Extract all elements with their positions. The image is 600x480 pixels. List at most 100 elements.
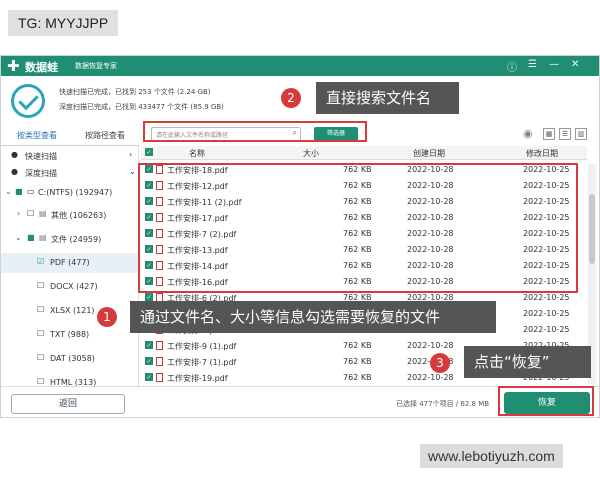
- chevron-down-icon: ⌄: [5, 187, 12, 196]
- minimize-icon[interactable]: —: [549, 59, 559, 70]
- quick-scan-status: 快速扫描已完成，已找到 253 个文件 (2.24 GB): [59, 88, 211, 96]
- sidebar-item-label: 深度扫描: [25, 169, 57, 178]
- recover-highlight-box: [498, 386, 594, 416]
- sidebar-item-label: 文件 (24959): [51, 235, 102, 244]
- row-checkbox[interactable]: ✓: [145, 373, 153, 381]
- callout-text: 点击“恢复”: [474, 353, 550, 371]
- partial-checkbox-icon[interactable]: ■: [15, 187, 23, 196]
- grid-view-icon[interactable]: ▦: [543, 128, 555, 140]
- step-3-badge: 3: [430, 353, 450, 373]
- column-modified[interactable]: 修改日期: [526, 148, 558, 159]
- pdf-file-icon: [156, 357, 163, 366]
- row-checkbox[interactable]: ✓: [145, 293, 153, 301]
- column-name[interactable]: 名称: [189, 148, 205, 159]
- row-checkbox[interactable]: ✓: [145, 341, 153, 349]
- sidebar-item-label: PDF (477): [50, 258, 90, 267]
- sidebar-item-dat[interactable]: ☐ DAT (3058): [1, 349, 138, 369]
- tab-by-type[interactable]: 按类型查看: [17, 130, 57, 141]
- sidebar-item-pdf[interactable]: ☑ PDF (477): [1, 253, 138, 273]
- sidebar-item-label: 其他 (106263): [51, 211, 107, 220]
- drive-icon: ▭: [27, 187, 35, 196]
- callout-recover: 点击“恢复”: [464, 346, 591, 378]
- checkbox-icon[interactable]: ☐: [27, 209, 34, 218]
- sidebar-item-drive-c[interactable]: ⌄ ■ ▭ C:(NTFS) (192947): [1, 183, 138, 203]
- file-name: 工作安排-7 (1).pdf: [167, 358, 237, 367]
- watermark: www.lebotiyuzh.com: [420, 444, 563, 468]
- file-size: 762 KB: [343, 357, 372, 366]
- preview-eye-icon[interactable]: ◉: [523, 127, 533, 140]
- tab-by-path[interactable]: 按路径查看: [85, 130, 125, 141]
- sidebar-item-html[interactable]: ☐ HTML (313): [1, 373, 138, 386]
- scroll-thumb[interactable]: [589, 194, 595, 264]
- chevron-down-icon: ⌄: [129, 167, 136, 176]
- sidebar: ● 快速扫描 › ● 深度扫描 ⌄ ⌄ ■ ▭ C:(NTFS) (192947…: [1, 146, 139, 386]
- checkbox-icon[interactable]: ☐: [37, 305, 44, 314]
- pdf-file-icon: [156, 373, 163, 382]
- checkbox-icon[interactable]: ☐: [37, 353, 44, 362]
- selection-summary: 已选择 477个项目 / 62.8 MB: [396, 400, 490, 408]
- table-header: ✓ 名称 大小 创建日期 修改日期: [141, 146, 587, 160]
- checkbox-icon[interactable]: ☐: [37, 329, 44, 338]
- file-size: 762 KB: [343, 341, 372, 350]
- file-modified: 2022-10-25: [523, 325, 570, 334]
- file-size: 762 KB: [343, 373, 372, 382]
- column-created[interactable]: 创建日期: [413, 148, 445, 159]
- sidebar-item-docx[interactable]: ☐ DOCX (427): [1, 277, 138, 297]
- chevron-right-icon: ›: [129, 150, 133, 159]
- detail-view-icon[interactable]: ▥: [575, 128, 587, 140]
- file-created: 2022-10-28: [407, 341, 454, 350]
- title-bar: ✚ 数据蛙 数据恢复专家 ⓘ ☰ — ✕: [1, 56, 599, 76]
- sidebar-item-label: XLSX (121): [50, 306, 95, 315]
- step-1-badge: 1: [97, 307, 117, 327]
- sidebar-item-label: HTML (313): [50, 378, 97, 386]
- sidebar-item-label: TXT (988): [50, 330, 90, 339]
- sidebar-item-files[interactable]: ⌄ ■ ▤ 文件 (24959): [1, 229, 138, 249]
- partial-checkbox-icon[interactable]: ■: [27, 233, 35, 242]
- scan-complete-icon: [11, 84, 45, 118]
- deep-scan-status: 深度扫描已完成，已找到 433477 个文件 (85.9 GB): [59, 103, 224, 111]
- sidebar-item-label: DOCX (427): [50, 282, 98, 291]
- sidebar-item-label: DAT (3058): [50, 354, 95, 363]
- sidebar-item-label: 快速扫描: [25, 152, 57, 161]
- checked-checkbox-icon[interactable]: ☑: [37, 257, 44, 266]
- view-tabs: 按类型查看 按路径查看: [1, 126, 139, 146]
- app-subtitle: 数据恢复专家: [75, 62, 117, 70]
- callout-text: 通过文件名、大小等信息勾选需要恢复的文件: [140, 308, 441, 326]
- file-created: 2022-10-28: [407, 373, 454, 382]
- sidebar-item-other[interactable]: › ☐ ▤ 其他 (106263): [1, 205, 138, 225]
- sidebar-item-xlsx[interactable]: ☐ XLSX (121): [1, 301, 138, 321]
- file-name: 工作安排-9 (1).pdf: [167, 342, 237, 351]
- sidebar-item-deep-scan[interactable]: ● 深度扫描 ⌄: [1, 163, 138, 183]
- bullet-icon: ●: [11, 167, 18, 176]
- menu-icon[interactable]: ☰: [528, 59, 537, 70]
- sidebar-item-txt[interactable]: ☐ TXT (988): [1, 325, 138, 345]
- list-view-icon[interactable]: ☰: [559, 128, 571, 140]
- file-name: 工作安排-19.pdf: [167, 374, 228, 383]
- folder-icon: ▤: [39, 209, 47, 218]
- folder-icon: ▤: [39, 233, 47, 242]
- file-list-highlight-box: [138, 163, 578, 293]
- callout-text: 直接搜索文件名: [326, 89, 432, 107]
- help-icon[interactable]: ⓘ: [507, 59, 517, 74]
- app-name: 数据蛙: [25, 61, 58, 74]
- checkbox-icon[interactable]: ☐: [37, 377, 44, 386]
- back-button[interactable]: 返回: [11, 394, 125, 414]
- logo-plus-icon: ✚: [7, 57, 20, 75]
- row-checkbox[interactable]: ✓: [145, 357, 153, 365]
- chevron-down-icon: ⌄: [15, 233, 22, 242]
- callout-search: 直接搜索文件名: [316, 82, 459, 114]
- pdf-file-icon: [156, 341, 163, 350]
- file-modified: 2022-10-25: [523, 309, 570, 318]
- tg-tag: TG: MYYJJPP: [8, 10, 119, 36]
- callout-select-files: 通过文件名、大小等信息勾选需要恢复的文件: [130, 301, 496, 333]
- file-modified: 2022-10-25: [523, 293, 570, 302]
- select-all-checkbox[interactable]: ✓: [145, 148, 153, 156]
- chevron-right-icon: ›: [17, 209, 21, 218]
- checkbox-icon[interactable]: ☐: [37, 281, 44, 290]
- step-2-badge: 2: [281, 88, 301, 108]
- close-icon[interactable]: ✕: [571, 59, 579, 70]
- bullet-icon: ●: [11, 150, 18, 159]
- sidebar-item-label: C:(NTFS) (192947): [38, 188, 113, 197]
- column-size[interactable]: 大小: [303, 148, 319, 159]
- search-highlight-box: [143, 121, 367, 142]
